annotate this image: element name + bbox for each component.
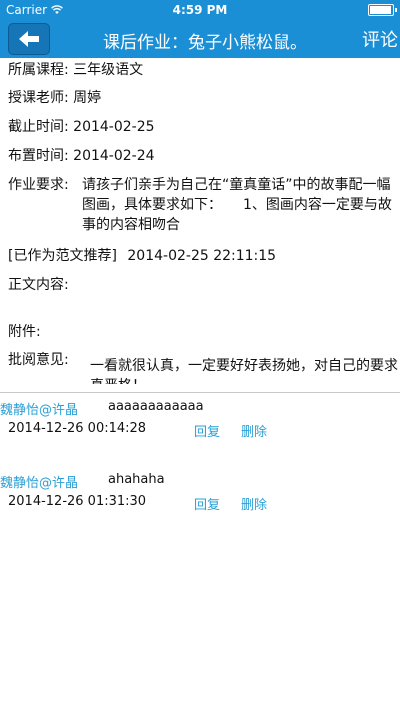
- attachment-label: 附件:: [8, 324, 41, 340]
- comment-button[interactable]: 评论: [362, 26, 398, 52]
- comment-date: 2014-12-26 01:31:30: [8, 494, 147, 509]
- course-label: 所属课程:: [8, 62, 69, 78]
- recommended-tag: [已作为范文推荐]: [8, 248, 117, 264]
- comment-item: 魏静怡@许晶 ahahaha 2014-12-26 01:31:30 回复 删除: [0, 472, 400, 532]
- battery-icon: [368, 4, 397, 16]
- arrow-left-icon: [19, 31, 39, 47]
- comment-author[interactable]: 魏静怡@许晶: [0, 399, 78, 418]
- requirement-value: 请孩子们亲手为自己在“童真童话”中的故事配一幅图画，具体要求如下： 1、图画内容…: [82, 177, 392, 231]
- teacher-row: 授课老师: 周婷: [8, 88, 101, 108]
- page-title: 课后作业：兔子小熊松鼠。: [103, 33, 307, 53]
- comment-content: aaaaaaaaaaaa: [108, 399, 204, 414]
- recommended-row: [已作为范文推荐] 2014-02-25 22:11:15: [8, 246, 276, 266]
- assigned-value: 2014-02-24: [73, 148, 155, 164]
- requirement-label: 作业要求:: [8, 177, 69, 193]
- status-bar: Carrier 4:59 PM: [0, 0, 400, 20]
- teacher-value: 周婷: [73, 90, 102, 106]
- course-row: 所属课程: 三年级语文: [8, 60, 143, 80]
- comment-date: 2014-12-26 00:14:28: [8, 421, 147, 436]
- body-row: 正文内容:: [8, 275, 69, 295]
- review-value: 一看就很认真，一定要好好表扬她，对自己的要求真严格！: [90, 358, 398, 384]
- reply-button[interactable]: 回复: [194, 494, 220, 513]
- review-label: 批阅意见:: [8, 352, 69, 368]
- recommended-time: 2014-02-25 22:11:15: [127, 248, 277, 264]
- comment-content: ahahaha: [108, 472, 165, 487]
- clock: 4:59 PM: [172, 3, 228, 17]
- deadline-label: 截止时间:: [8, 119, 69, 135]
- review-row: 批阅意见: 一看就很认真，一定要好好表扬她，对自己的要求真严格！: [8, 350, 400, 384]
- assigned-row: 布置时间: 2014-02-24: [8, 146, 155, 166]
- teacher-label: 授课老师:: [8, 90, 69, 106]
- deadline-value: 2014-02-25: [73, 119, 155, 135]
- comment-author[interactable]: 魏静怡@许晶: [0, 472, 78, 491]
- navigation-bar: 课后作业：兔子小熊松鼠。 评论: [0, 20, 400, 58]
- delete-button[interactable]: 删除: [241, 421, 267, 440]
- back-button[interactable]: [8, 23, 50, 55]
- reply-button[interactable]: 回复: [194, 421, 220, 440]
- course-value: 三年级语文: [73, 62, 144, 78]
- comment-item: 魏静怡@许晶 aaaaaaaaaaaa 2014-12-26 00:14:28 …: [0, 399, 400, 459]
- divider: [0, 392, 400, 393]
- delete-button[interactable]: 删除: [241, 494, 267, 513]
- attachment-row: 附件:: [8, 322, 41, 342]
- requirement-row: 作业要求: 请孩子们亲手为自己在“童真童话”中的故事配一幅图画，具体要求如下： …: [8, 175, 400, 231]
- deadline-row: 截止时间: 2014-02-25: [8, 117, 155, 137]
- assigned-label: 布置时间:: [8, 148, 69, 164]
- body-label: 正文内容:: [8, 277, 69, 293]
